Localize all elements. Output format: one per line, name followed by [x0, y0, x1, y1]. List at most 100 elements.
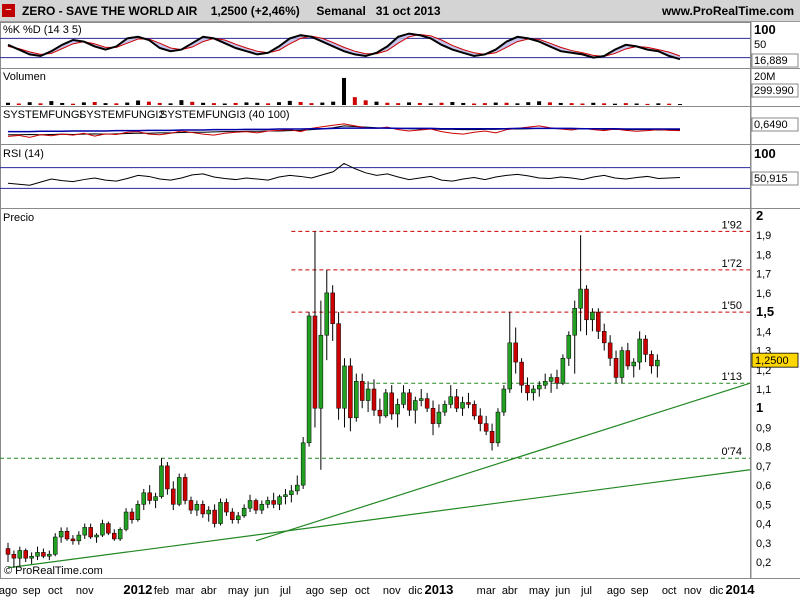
candle-body [424, 398, 430, 409]
candle-body [501, 388, 507, 413]
candle-body [478, 415, 483, 424]
candle-body [590, 311, 595, 321]
price-tick: 1,4 [756, 326, 771, 338]
x-axis-label: jun [555, 585, 571, 597]
candle-body [548, 377, 554, 382]
candle-body [401, 392, 406, 405]
volume-bar [428, 103, 433, 105]
zoom-out-icon[interactable]: − [2, 4, 15, 17]
candle-body [135, 504, 141, 520]
price-tick: 1,5 [756, 304, 774, 319]
x-axis-label: dic [408, 585, 423, 597]
volume-bar [623, 103, 628, 105]
x-axis-label: sep [330, 585, 348, 597]
candle-body [413, 400, 418, 411]
candle-body [159, 465, 164, 497]
price-tick: 0,6 [756, 480, 771, 492]
x-axis-label: jul [279, 585, 291, 597]
systemfungi-label-2: SYSTEMFUNGI2 [79, 109, 165, 121]
volume-bar [298, 102, 303, 105]
volume-bar [81, 102, 86, 105]
volume-bar [157, 102, 162, 105]
candle-body [537, 384, 542, 390]
x-axis-label: oct [662, 585, 677, 597]
volume-bar [461, 102, 466, 105]
instrument-name: ZERO - SAVE THE WORLD AIR [22, 4, 198, 18]
candle-body [436, 411, 442, 424]
candle-body [188, 500, 194, 511]
candle-body [625, 350, 631, 367]
candle-body [454, 396, 459, 409]
candle-body [330, 292, 335, 324]
volume-value-label: 299.990 [754, 85, 794, 97]
x-axis-label: nov [76, 585, 94, 597]
site-name[interactable]: www.ProRealTime.com [662, 4, 794, 18]
price-tick: 1,8 [756, 249, 771, 261]
candle-body [82, 527, 87, 536]
candle-body [212, 509, 217, 524]
candle-body [253, 500, 259, 511]
price-tick: 0,9 [756, 422, 771, 434]
last-price: 1,2500 (+2,46%) [210, 4, 300, 18]
candle-body [607, 342, 613, 359]
candle-body [489, 431, 495, 444]
candle-body [554, 377, 560, 384]
price-tick: 1,7 [756, 269, 771, 281]
candle-body [41, 552, 46, 557]
volume-bar [255, 102, 260, 105]
candle-body [171, 488, 176, 505]
volume-bar [450, 102, 455, 105]
price-tick: 0,2 [756, 557, 771, 569]
candle-body [601, 331, 607, 344]
x-axis-label: mar [176, 585, 195, 597]
volume-bar [417, 102, 422, 105]
volume-bar [309, 103, 314, 105]
candle-body [88, 527, 93, 538]
volume-bar [352, 97, 357, 105]
chart-date: 31 oct 2013 [375, 4, 441, 18]
price-level-label: 1'92 [722, 219, 742, 231]
candle-body [94, 534, 99, 538]
candle-body [306, 315, 312, 444]
price-tick: 1 [756, 400, 763, 415]
candle-body [141, 492, 147, 505]
x-axis-label: may [228, 585, 249, 597]
volume-bar [407, 102, 412, 105]
candle-body [218, 502, 223, 524]
candle-body [47, 554, 52, 557]
volume-bar [60, 102, 65, 105]
price-tick: 0,3 [756, 538, 771, 550]
candle-body [371, 388, 377, 411]
candle-body [271, 500, 276, 505]
chart-title: ZERO - SAVE THE WORLD AIR 1,2500 (+2,46%… [22, 4, 441, 18]
volume-bar [569, 103, 574, 105]
candle-body [359, 381, 365, 401]
candle-body [259, 504, 265, 511]
systemfungi-value-label: 0,6490 [754, 119, 788, 131]
candle-body [147, 492, 152, 501]
volume-bar [504, 102, 509, 105]
candle-body [318, 334, 324, 409]
stoch-k-label: %K [3, 24, 21, 36]
chart-canvas[interactable]: %K %D (14 3 5) 100 50 16,889 Volumen 20M 299.99… [0, 22, 800, 600]
price-tick: 1,6 [756, 288, 771, 300]
candle-body [619, 350, 625, 378]
panel-frame-rsi [0, 144, 751, 209]
candle-body [176, 477, 182, 505]
volume-bar [103, 103, 108, 105]
candle-body [507, 342, 513, 390]
x-axis-label: nov [383, 585, 401, 597]
volume-bar [645, 103, 650, 105]
candle-body [29, 555, 34, 559]
candle-body [5, 548, 11, 555]
volume-bar [526, 102, 531, 105]
volume-bar [211, 103, 216, 105]
candle-body [182, 477, 188, 501]
volume-bar [363, 100, 368, 105]
candle-body [58, 530, 64, 538]
volume-bar [656, 103, 661, 105]
x-axis-label: abr [502, 585, 518, 597]
x-axis-label: ago [0, 585, 17, 597]
systemfungi-label-3: SYSTEMFUNGI3 (40 100) [160, 109, 290, 121]
candle-body [584, 288, 589, 321]
